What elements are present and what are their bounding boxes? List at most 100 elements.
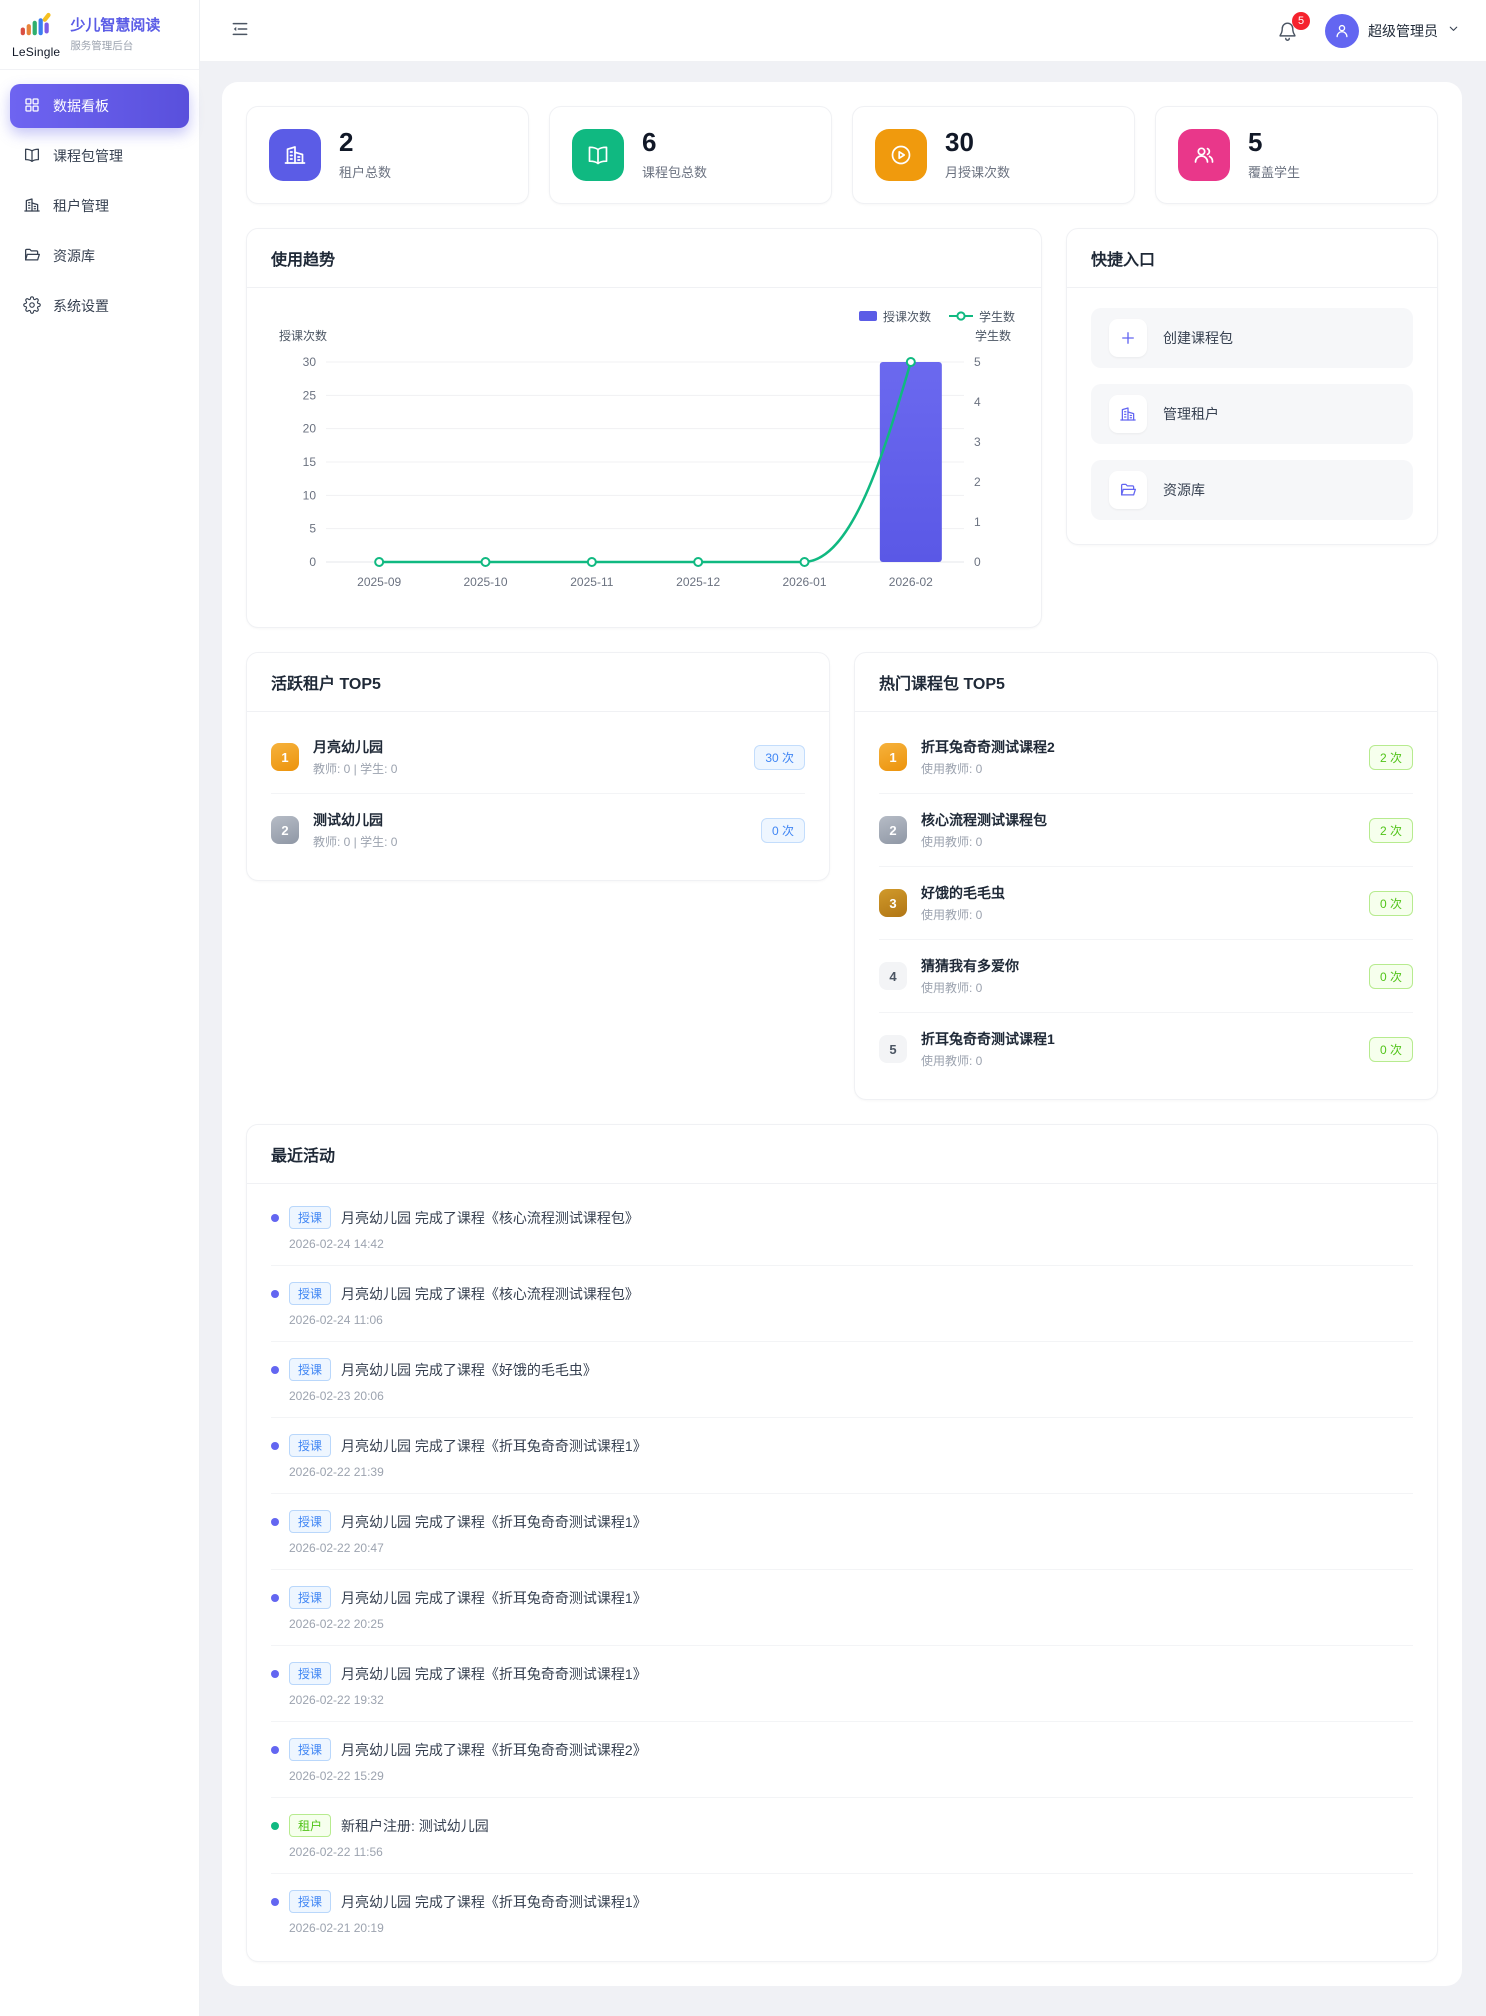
stat-card-tenants-total: 2租户总数 bbox=[246, 106, 529, 204]
activity-text: 月亮幼儿园 完成了课程《折耳兔奇奇测试课程1》 bbox=[341, 1664, 647, 1684]
activity-dot bbox=[271, 1214, 279, 1222]
svg-text:5: 5 bbox=[974, 355, 981, 369]
activity-row: 授课月亮幼儿园 完成了课程《折耳兔奇奇测试课程1》2026-02-21 20:1… bbox=[271, 1874, 1413, 1949]
activity-line: 授课月亮幼儿园 完成了课程《核心流程测试课程包》 bbox=[271, 1282, 1413, 1305]
count-badge: 2 次 bbox=[1369, 745, 1413, 770]
quick-entry-resource-library[interactable]: 资源库 bbox=[1091, 460, 1413, 520]
top-item-name: 好饿的毛毛虫 bbox=[921, 883, 1005, 903]
avatar bbox=[1325, 14, 1359, 48]
svg-text:20: 20 bbox=[303, 422, 317, 436]
dashboard-icon bbox=[23, 96, 41, 117]
quick-entry-create-package[interactable]: 创建课程包 bbox=[1091, 308, 1413, 368]
activity-row: 授课月亮幼儿园 完成了课程《折耳兔奇奇测试课程1》2026-02-22 21:3… bbox=[271, 1418, 1413, 1494]
top-item-info: 猜猜我有多爱你使用教师: 0 bbox=[921, 956, 1019, 996]
bell-icon bbox=[1277, 29, 1298, 46]
sidebar-item-tenants[interactable]: 租户管理 bbox=[10, 184, 189, 228]
topbar-right: 5 超级管理员 bbox=[1277, 14, 1460, 48]
stat-card-monthly-lessons: 30月授课次数 bbox=[852, 106, 1135, 204]
stat-label: 月授课次数 bbox=[945, 162, 1010, 181]
activity-text: 新租户注册: 测试幼儿园 bbox=[341, 1816, 489, 1836]
package-row: 2核心流程测试课程包使用教师: 02 次 bbox=[879, 794, 1413, 867]
activity-text: 月亮幼儿园 完成了课程《折耳兔奇奇测试课程1》 bbox=[341, 1588, 647, 1608]
stat-info: 30月授课次数 bbox=[945, 129, 1010, 180]
sidebar-nav: 数据看板课程包管理租户管理资源库系统设置 bbox=[0, 70, 199, 348]
notification-count-badge: 5 bbox=[1292, 12, 1310, 30]
svg-text:0: 0 bbox=[309, 555, 316, 569]
top-item-meta: 使用教师: 0 bbox=[921, 1052, 1055, 1069]
trend-row: 使用趋势 授课次数学生数 051015202530012345授课次数学生数20… bbox=[246, 228, 1438, 628]
stat-value: 5 bbox=[1248, 129, 1300, 156]
sidebar-item-label: 资源库 bbox=[53, 246, 95, 266]
activity-type-badge: 授课 bbox=[289, 1206, 331, 1229]
quick-entry-manage-tenants[interactable]: 管理租户 bbox=[1091, 384, 1413, 444]
stat-card-packages-total: 6课程包总数 bbox=[549, 106, 832, 204]
user-name: 超级管理员 bbox=[1368, 21, 1438, 41]
svg-text:2025-11: 2025-11 bbox=[570, 575, 613, 589]
activity-dot bbox=[271, 1822, 279, 1830]
activity-line: 授课月亮幼儿园 完成了课程《折耳兔奇奇测试课程2》 bbox=[271, 1738, 1413, 1761]
activity-text: 月亮幼儿园 完成了课程《好饿的毛毛虫》 bbox=[341, 1360, 597, 1380]
topbar: 5 超级管理员 bbox=[200, 0, 1486, 62]
tenant-row: 1月亮幼儿园教师: 0 | 学生: 030 次 bbox=[271, 721, 805, 794]
app-title: 少儿智慧阅读 bbox=[70, 17, 160, 35]
active-tenants-list: 1月亮幼儿园教师: 0 | 学生: 030 次2测试幼儿园教师: 0 | 学生:… bbox=[247, 712, 829, 880]
usage-trend-chart: 051015202530012345授课次数学生数2025-092025-102… bbox=[271, 302, 1019, 602]
svg-text:授课次数: 授课次数 bbox=[279, 328, 327, 343]
sidebar-collapse-button[interactable] bbox=[226, 17, 254, 45]
count-badge: 0 次 bbox=[1369, 964, 1413, 989]
top-item-info: 月亮幼儿园教师: 0 | 学生: 0 bbox=[313, 737, 397, 777]
stat-label: 课程包总数 bbox=[642, 162, 707, 181]
top-item-meta: 使用教师: 0 bbox=[921, 906, 1005, 923]
svg-text:2025-12: 2025-12 bbox=[676, 575, 720, 589]
stats-row: 2租户总数 6课程包总数 30月授课次数 5 覆盖学生 bbox=[246, 106, 1438, 204]
activity-type-badge: 授课 bbox=[289, 1358, 331, 1381]
menu-fold-icon bbox=[230, 27, 250, 42]
activity-text: 月亮幼儿园 完成了课程《折耳兔奇奇测试课程1》 bbox=[341, 1436, 647, 1456]
stat-label: 覆盖学生 bbox=[1248, 162, 1300, 181]
svg-text:4: 4 bbox=[974, 395, 981, 409]
activity-row: 授课月亮幼儿园 完成了课程《折耳兔奇奇测试课程1》2026-02-22 20:4… bbox=[271, 1494, 1413, 1570]
logo-text: LeSingle bbox=[12, 45, 60, 59]
stat-info: 6课程包总数 bbox=[642, 129, 707, 180]
sidebar-item-course-packages[interactable]: 课程包管理 bbox=[10, 134, 189, 178]
activity-text: 月亮幼儿园 完成了课程《核心流程测试课程包》 bbox=[341, 1284, 639, 1304]
sidebar-item-settings[interactable]: 系统设置 bbox=[10, 284, 189, 328]
activity-row: 授课月亮幼儿园 完成了课程《折耳兔奇奇测试课程1》2026-02-22 19:3… bbox=[271, 1646, 1413, 1722]
activity-dot bbox=[271, 1442, 279, 1450]
legend-label: 学生数 bbox=[979, 308, 1015, 325]
active-tenants-title: 活跃租户 TOP5 bbox=[247, 653, 829, 712]
top-item-name: 月亮幼儿园 bbox=[313, 737, 397, 757]
legend-item: 学生数 bbox=[949, 308, 1015, 325]
activity-line: 授课月亮幼儿园 完成了课程《折耳兔奇奇测试课程1》 bbox=[271, 1510, 1413, 1533]
quick-entry-label: 资源库 bbox=[1163, 480, 1205, 500]
recent-activity-title: 最近活动 bbox=[247, 1125, 1437, 1184]
quick-entry-title: 快捷入口 bbox=[1067, 229, 1437, 288]
activity-type-badge: 授课 bbox=[289, 1510, 331, 1533]
activity-dot bbox=[271, 1594, 279, 1602]
book-icon bbox=[572, 129, 624, 181]
hot-packages-list: 1折耳兔奇奇测试课程2使用教师: 02 次2核心流程测试课程包使用教师: 02 … bbox=[855, 712, 1437, 1099]
sidebar-item-label: 系统设置 bbox=[53, 296, 109, 316]
plus-icon bbox=[1109, 319, 1147, 357]
activity-dot bbox=[271, 1670, 279, 1678]
package-row: 4猜猜我有多爱你使用教师: 00 次 bbox=[879, 940, 1413, 1013]
count-badge: 0 次 bbox=[1369, 1037, 1413, 1062]
top-item-meta: 使用教师: 0 bbox=[921, 833, 1047, 850]
activity-timestamp: 2026-02-22 11:56 bbox=[289, 1845, 1413, 1859]
sidebar-item-resources[interactable]: 资源库 bbox=[10, 234, 189, 278]
user-menu[interactable]: 超级管理员 bbox=[1325, 14, 1460, 48]
top-item-meta: 使用教师: 0 bbox=[921, 760, 1055, 777]
top-item-name: 猜猜我有多爱你 bbox=[921, 956, 1019, 976]
activity-timestamp: 2026-02-24 14:42 bbox=[289, 1237, 1413, 1251]
sidebar-item-dashboard[interactable]: 数据看板 bbox=[10, 84, 189, 128]
quick-entry-list: 创建课程包管理租户资源库 bbox=[1067, 288, 1437, 544]
activity-text: 月亮幼儿园 完成了课程《折耳兔奇奇测试课程2》 bbox=[341, 1740, 647, 1760]
stat-card-students-covered: 5 覆盖学生 bbox=[1155, 106, 1438, 204]
chevron-down-icon bbox=[1447, 22, 1460, 40]
sidebar-item-label: 课程包管理 bbox=[53, 146, 123, 166]
svg-text:15: 15 bbox=[303, 455, 317, 469]
activity-type-badge: 租户 bbox=[289, 1814, 331, 1837]
notification-bell[interactable]: 5 bbox=[1277, 18, 1303, 44]
recent-activity-card: 最近活动 授课月亮幼儿园 完成了课程《核心流程测试课程包》2026-02-24 … bbox=[246, 1124, 1438, 1962]
legend-item: 授课次数 bbox=[859, 308, 931, 325]
